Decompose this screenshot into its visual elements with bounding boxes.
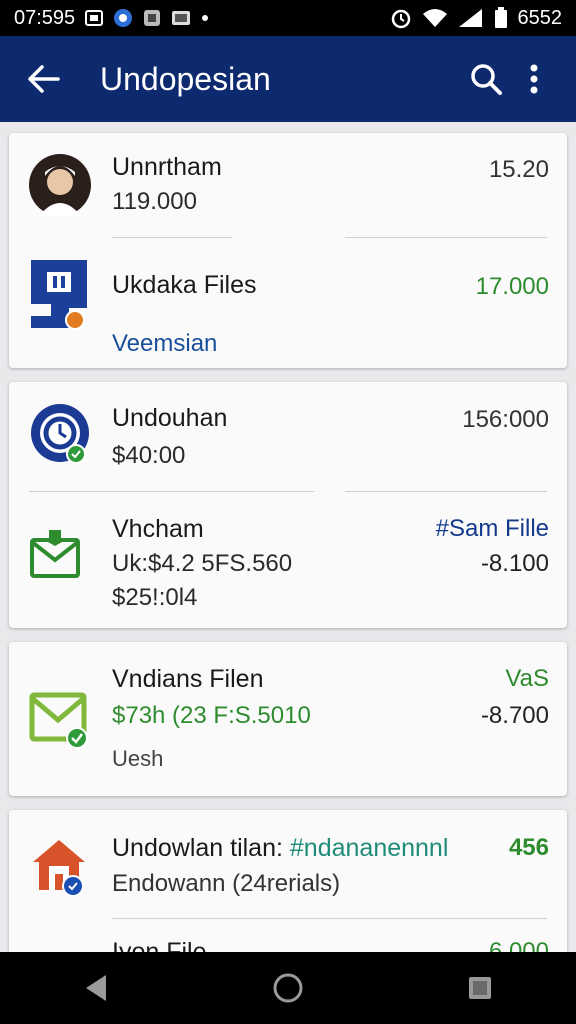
battery-icon [494, 7, 508, 29]
item-detail: $25!:0l4 [112, 584, 198, 611]
alarm-icon [390, 7, 412, 29]
file-list: Unnrtham 119.000 15.20 Ukdaka Files Veem… [0, 122, 576, 952]
item-subtitle: 119.000 [112, 188, 197, 215]
item-value: 17.000 [475, 273, 549, 300]
notification-icon [85, 10, 104, 26]
files-icon [29, 258, 91, 330]
page-title: Undopesian [100, 60, 271, 97]
app-bar: Undopesian [0, 36, 576, 122]
dot-icon [201, 14, 209, 22]
more-vert-icon [530, 64, 538, 94]
item-value: -8.100 [480, 550, 549, 577]
nav-back-button[interactable] [66, 958, 126, 1018]
clock-icon [29, 402, 91, 464]
item-subtitle-link[interactable]: Veemsian [112, 330, 217, 358]
item-value: 456 [508, 834, 549, 861]
item-subtitle: Uk:$4.2 5FS.560 [112, 550, 293, 577]
mail-icon [29, 526, 91, 588]
list-item[interactable]: Unnrtham 119.000 15.20 [9, 133, 567, 250]
more-options-button[interactable] [510, 53, 558, 105]
item-title-text: Undowlan tilan: [112, 834, 283, 862]
list-card: Vndians Filen $73h (23 F:S.5010 Uesh VaS… [9, 642, 567, 796]
photo-icon [171, 10, 191, 26]
item-value: 15.20 [488, 156, 549, 183]
item-subtitle: Endowann (24rerials) [112, 870, 341, 897]
status-bar: 07:595 6552 [0, 0, 576, 36]
item-badge: VaS [505, 665, 549, 692]
nav-recents-button[interactable] [450, 958, 510, 1018]
item-title: Vhcham [112, 515, 204, 543]
signal-icon [458, 8, 484, 28]
search-button[interactable] [462, 53, 510, 105]
list-item[interactable]: Iyon File 6.000 [9, 918, 567, 952]
item-title: Ukdaka Files [112, 271, 257, 299]
back-arrow-icon [28, 65, 60, 93]
divider [112, 237, 232, 238]
list-item[interactable]: Vhcham Uk:$4.2 5FS.560 $25!:0l4 #Sam Fil… [9, 492, 567, 628]
list-item[interactable]: Vndians Filen $73h (23 F:S.5010 Uesh VaS… [9, 642, 567, 796]
back-icon [86, 975, 106, 1001]
item-value: 156:000 [462, 406, 549, 433]
status-time: 07:595 [14, 6, 76, 29]
item-title: Undowlan tilan: #ndananennnl [112, 834, 448, 863]
item-subtitle: $40:00 [112, 442, 186, 469]
list-item[interactable]: Undouhan $40:00 156:000 [9, 382, 567, 492]
item-title: Vndians Filen [112, 665, 264, 693]
mail-check-icon [29, 692, 91, 754]
item-detail: Uesh [112, 746, 164, 771]
search-icon [471, 64, 502, 95]
item-value: 6.000 [488, 938, 549, 952]
list-item[interactable]: Ukdaka Files Veemsian 17.000 [9, 250, 567, 368]
avatar [29, 154, 91, 216]
item-link[interactable]: #Sam Fille [436, 515, 549, 543]
home-icon [29, 836, 91, 898]
item-subtitle: $73h (23 F:S.5010 [112, 702, 311, 729]
nav-home-button[interactable] [258, 958, 318, 1018]
divider [345, 237, 547, 238]
list-card: Undouhan $40:00 156:000 Vhcham Uk:$4.2 5… [9, 382, 567, 628]
item-title: Unnrtham [112, 153, 222, 181]
recents-icon [469, 977, 491, 999]
cast-icon [143, 9, 161, 27]
list-card: Undowlan tilan: #ndananennnl Endowann (2… [9, 810, 567, 952]
item-title: Iyon File [112, 938, 207, 952]
list-item[interactable]: Undowlan tilan: #ndananennnl Endowann (2… [9, 810, 567, 918]
item-title: Undouhan [112, 404, 228, 432]
home-circle-icon [273, 973, 303, 1003]
back-button[interactable] [18, 53, 70, 105]
item-value: -8.700 [480, 702, 549, 729]
wifi-icon [422, 8, 448, 28]
battery-text: 6552 [517, 6, 563, 29]
list-card: Unnrtham 119.000 15.20 Ukdaka Files Veem… [9, 133, 567, 368]
item-title-accent: #ndananennnl [289, 834, 449, 862]
system-nav-bar [0, 952, 576, 1024]
settings-icon [113, 8, 133, 28]
